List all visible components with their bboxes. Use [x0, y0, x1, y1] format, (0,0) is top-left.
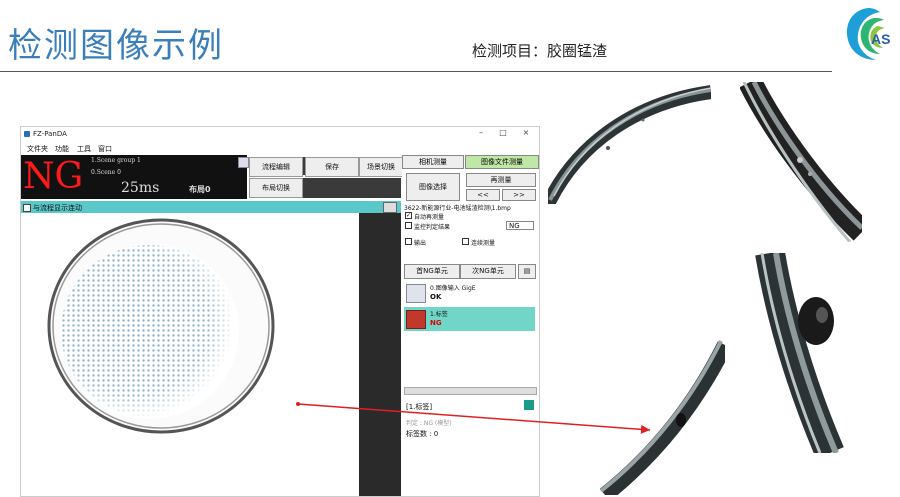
judge-select-value: NG: [509, 222, 520, 230]
next-image-button[interactable]: >>: [502, 189, 536, 201]
image-file-path: 3622-新能源行业-电池锰渣检测\1.bmp: [404, 205, 511, 212]
layout-switch-button[interactable]: 布局切换: [249, 178, 303, 198]
prev-image-button[interactable]: <<: [466, 189, 500, 201]
camera-input-icon: [406, 284, 426, 303]
unit-name: 0.图像输入 GigE: [430, 285, 476, 292]
company-logo: AS: [838, 4, 898, 64]
detail-title: [1.标签]: [406, 403, 433, 411]
menu-function[interactable]: 功能: [55, 144, 69, 154]
scene-label: 0.Scene 0: [91, 169, 121, 176]
slide-title: 检测图像示例: [8, 26, 224, 66]
view-link-label: 与流程显示连动: [33, 204, 82, 212]
image-select-button[interactable]: 图像选择: [406, 173, 460, 201]
scene-group-label: 1.Scene group 1: [91, 157, 141, 164]
menu-folder[interactable]: 文件夹: [27, 144, 48, 154]
tab-camera-measure[interactable]: 相机测量: [402, 155, 464, 169]
auto-remeasure-checkbox[interactable]: ✓: [405, 212, 412, 219]
ring-closeup-photo-1: [548, 82, 711, 204]
ring-closeup-photo-3: [545, 205, 725, 495]
app-window: FZ-PanDA – □ × 文件夹 功能 工具 窗口 NG 1.Scene g…: [20, 126, 540, 497]
detail-status-icon: [524, 400, 534, 410]
auto-remeasure-label: 自动再测量: [414, 214, 445, 221]
save-button[interactable]: 保存: [305, 157, 359, 177]
unit-list-icon[interactable]: ▤: [518, 264, 536, 279]
first-ng-unit-button[interactable]: 首NG单元: [404, 264, 460, 279]
scene-switch-button[interactable]: 场景切换: [359, 157, 403, 177]
window-titlebar: FZ-PanDA – □ ×: [21, 127, 539, 141]
image-view-header: 与流程显示连动: [21, 201, 401, 213]
close-button[interactable]: ×: [518, 128, 534, 137]
logo-text: AS: [871, 31, 890, 47]
image-viewer[interactable]: [21, 213, 359, 496]
measurement-panel: 相机测量 图像文件测量 图像选择 再测量 << >> 3622-新能源行业-电池…: [402, 155, 539, 496]
label-unit-icon: [406, 310, 426, 329]
output-checkbox[interactable]: [405, 238, 412, 245]
menu-bar: 文件夹 功能 工具 窗口: [21, 142, 539, 154]
maximize-button[interactable]: □: [495, 128, 511, 137]
menu-window[interactable]: 窗口: [98, 144, 112, 154]
unit-list-scrollbar[interactable]: [404, 387, 537, 395]
unit-list-item[interactable]: 0.图像输入 GigE OK: [404, 281, 535, 305]
view-link-checkbox[interactable]: [23, 204, 31, 212]
tab-image-file-measure[interactable]: 图像文件测量: [465, 155, 539, 169]
ring-closeup-photo-2: [740, 82, 862, 242]
app-icon: [24, 131, 30, 137]
flow-edit-button[interactable]: 流程编辑: [249, 157, 303, 177]
minimize-button[interactable]: –: [473, 128, 489, 137]
menu-tools[interactable]: 工具: [77, 144, 91, 154]
title-divider: [0, 71, 832, 72]
monitor-judge-label: 监控判定结果: [414, 224, 451, 231]
unit-list-item-selected[interactable]: 1.标签 NG: [404, 307, 535, 331]
continuous-checkbox[interactable]: [462, 238, 469, 245]
remeasure-button[interactable]: 再测量: [466, 173, 536, 187]
display-icon[interactable]: [238, 157, 249, 168]
viewer-side-strip: [359, 213, 401, 496]
output-label: 输出: [414, 240, 427, 247]
next-ng-unit-button[interactable]: 次NG单元: [460, 264, 516, 279]
defect-closeup-photo: [740, 253, 862, 453]
toolbar-empty-area: [303, 178, 401, 198]
processing-time: 25ms: [121, 180, 160, 196]
overall-result: NG: [23, 156, 84, 197]
layout-label: 布局0: [189, 185, 211, 194]
unit-result: OK: [430, 293, 442, 301]
detail-judge: 判定 : NG (模型): [406, 420, 452, 427]
detail-count: 标签数 : 0: [406, 430, 439, 438]
inspection-item-label: 检测项目：胶圈锰渣: [472, 42, 608, 60]
judge-select[interactable]: NG: [506, 221, 534, 230]
view-settings-icon[interactable]: [383, 202, 397, 213]
unit-result: NG: [430, 319, 442, 327]
monitor-judge-checkbox[interactable]: [405, 222, 412, 229]
unit-name: 1.标签: [430, 311, 448, 318]
window-title: FZ-PanDA: [33, 130, 67, 138]
continuous-label: 连续测量: [471, 240, 496, 247]
